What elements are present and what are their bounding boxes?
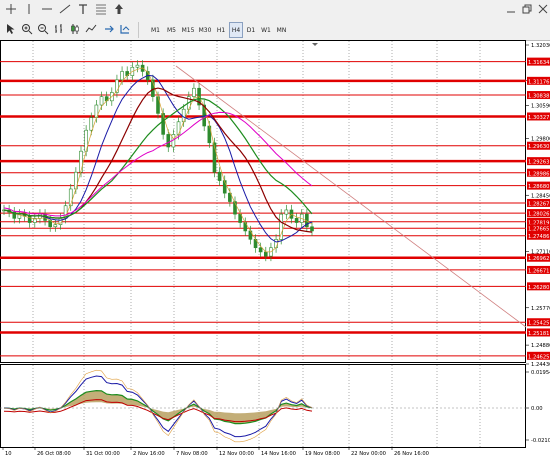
level-label: 1.30327 bbox=[528, 115, 549, 121]
time-axis-label: 2 Nov 16:00 bbox=[133, 451, 165, 457]
price-scale-label: 1.28450 bbox=[531, 193, 550, 199]
candle-body bbox=[310, 226, 314, 232]
level-label: 1.27486 bbox=[528, 234, 549, 240]
time-axis-label: 26 Nov 16:00 bbox=[394, 451, 429, 457]
candle-body bbox=[284, 209, 289, 215]
level-label: 1.28680 bbox=[528, 184, 549, 190]
zoom-out-icon[interactable] bbox=[36, 22, 50, 36]
price-scale-label: 1.24880 bbox=[531, 343, 550, 349]
chart-shift-icon[interactable] bbox=[102, 22, 116, 36]
zoom-in-icon[interactable] bbox=[20, 22, 34, 36]
level-label: 1.31176 bbox=[528, 79, 549, 85]
main-pane-frame bbox=[0, 40, 526, 363]
level-label: 1.28267 bbox=[528, 201, 549, 207]
timeframe-h1-button[interactable]: H1 bbox=[214, 22, 228, 38]
oscillator-scale: 0.01954 0.00 -0.02109 bbox=[526, 370, 550, 444]
bar-chart-icon[interactable] bbox=[52, 22, 66, 36]
candle-body bbox=[135, 64, 140, 68]
candle-body bbox=[258, 247, 263, 253]
osc-scale-label: -0.02109 bbox=[531, 438, 550, 444]
candle-body bbox=[274, 239, 278, 249]
candle-body bbox=[217, 171, 222, 181]
time-axis-label: 26 Oct 08:00 bbox=[37, 451, 71, 457]
level-label: 1.26962 bbox=[528, 256, 549, 262]
candle-body bbox=[192, 87, 196, 97]
timeframe-d1-button[interactable]: D1 bbox=[244, 22, 258, 38]
cursor-icon[interactable] bbox=[4, 22, 18, 36]
candle-body bbox=[294, 218, 299, 223]
price-chart-area[interactable]: 1.320301.311801.305901.298001.284501.271… bbox=[0, 40, 550, 466]
level-label: 1.28026 bbox=[528, 212, 549, 218]
time-axis-label: 14 Nov 16:00 bbox=[261, 451, 296, 457]
timeframe-mn-button[interactable]: MN bbox=[274, 22, 289, 38]
candle-body bbox=[263, 251, 268, 257]
price-scale-label: 1.30590 bbox=[531, 103, 550, 109]
osc-scale-label: 0.01954 bbox=[531, 370, 550, 376]
chart-toolbar: M1 M5 M15 M30 H1 H4 D1 W1 MN bbox=[0, 0, 550, 41]
level-label: 1.26671 bbox=[528, 268, 549, 274]
timeframe-m15-button[interactable]: M15 bbox=[180, 22, 196, 38]
price-scale-label: 1.29800 bbox=[531, 137, 550, 143]
time-axis-label: 31 Oct 00:00 bbox=[86, 451, 120, 457]
autoscroll-icon[interactable] bbox=[118, 22, 132, 36]
candle-body bbox=[99, 96, 104, 106]
time-axis-label: 10 bbox=[5, 451, 12, 457]
level-label: 1.25425 bbox=[528, 321, 549, 327]
timeframe-m1-button[interactable]: M1 bbox=[148, 22, 163, 38]
level-label: 1.31634 bbox=[528, 60, 550, 66]
candle-body bbox=[120, 71, 124, 81]
timeframe-w1-button[interactable]: W1 bbox=[259, 22, 273, 38]
time-axis-label: 7 Nov 08:00 bbox=[176, 451, 208, 457]
line-chart-icon[interactable] bbox=[84, 22, 98, 36]
level-label: 1.29263 bbox=[528, 160, 549, 166]
osc-scale-label: 0.00 bbox=[531, 406, 543, 412]
price-scale-label: 1.25770 bbox=[531, 306, 550, 312]
level-label: 1.26280 bbox=[528, 285, 549, 291]
toolbar-buttons-row: M1 M5 M15 M30 H1 H4 D1 W1 MN bbox=[0, 0, 550, 38]
time-axis-label: 22 Nov 00:00 bbox=[351, 451, 386, 457]
level-label: 1.28986 bbox=[528, 171, 549, 177]
level-label: 1.25181 bbox=[528, 331, 549, 337]
candle-body bbox=[89, 117, 94, 131]
level-label: 1.29630 bbox=[528, 144, 549, 150]
time-axis: 10 26 Oct 08:00 31 Oct 00:00 2 Nov 16:00 7 N… bbox=[2, 447, 429, 457]
timeframe-h4-button[interactable]: H4 bbox=[229, 22, 243, 38]
time-axis-label: 12 Nov 00:00 bbox=[219, 451, 254, 457]
level-label: 1.24625 bbox=[528, 354, 549, 360]
candle-body bbox=[161, 113, 165, 135]
candle-body bbox=[79, 150, 83, 173]
time-axis-label: 19 Nov 08:00 bbox=[305, 451, 340, 457]
timeframe-m5-button[interactable]: M5 bbox=[164, 22, 179, 38]
candle-body bbox=[166, 134, 171, 148]
level-label: 1.30838 bbox=[528, 94, 549, 100]
timeframe-m30-button[interactable]: M30 bbox=[197, 22, 213, 38]
candle-body bbox=[53, 224, 58, 228]
price-scale-label: 1.32030 bbox=[531, 43, 550, 49]
oscillator-pane-frame bbox=[0, 364, 526, 448]
price-scale-label: 1.24430 bbox=[531, 362, 550, 368]
candlestick-icon[interactable] bbox=[68, 22, 82, 36]
